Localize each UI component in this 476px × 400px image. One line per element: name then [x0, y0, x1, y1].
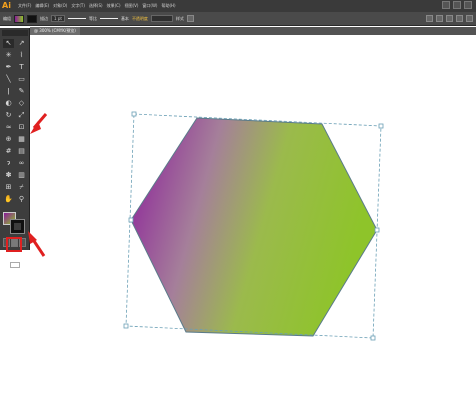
handle-left[interactable]: [128, 217, 134, 223]
handle-bottom-right[interactable]: [370, 335, 376, 341]
illustrator-window: Ai 文件(F) 编辑(E) 对象(O) 文字(T) 选择(S) 效果(C) 视…: [0, 0, 476, 400]
handle-top-left[interactable]: [131, 111, 137, 117]
handle-bottom-left[interactable]: [123, 323, 129, 329]
handle-top-right[interactable]: [378, 123, 384, 129]
gradient-hexagon[interactable]: [130, 117, 378, 337]
handle-right[interactable]: [374, 227, 380, 233]
artboard-canvas: [123, 111, 384, 341]
